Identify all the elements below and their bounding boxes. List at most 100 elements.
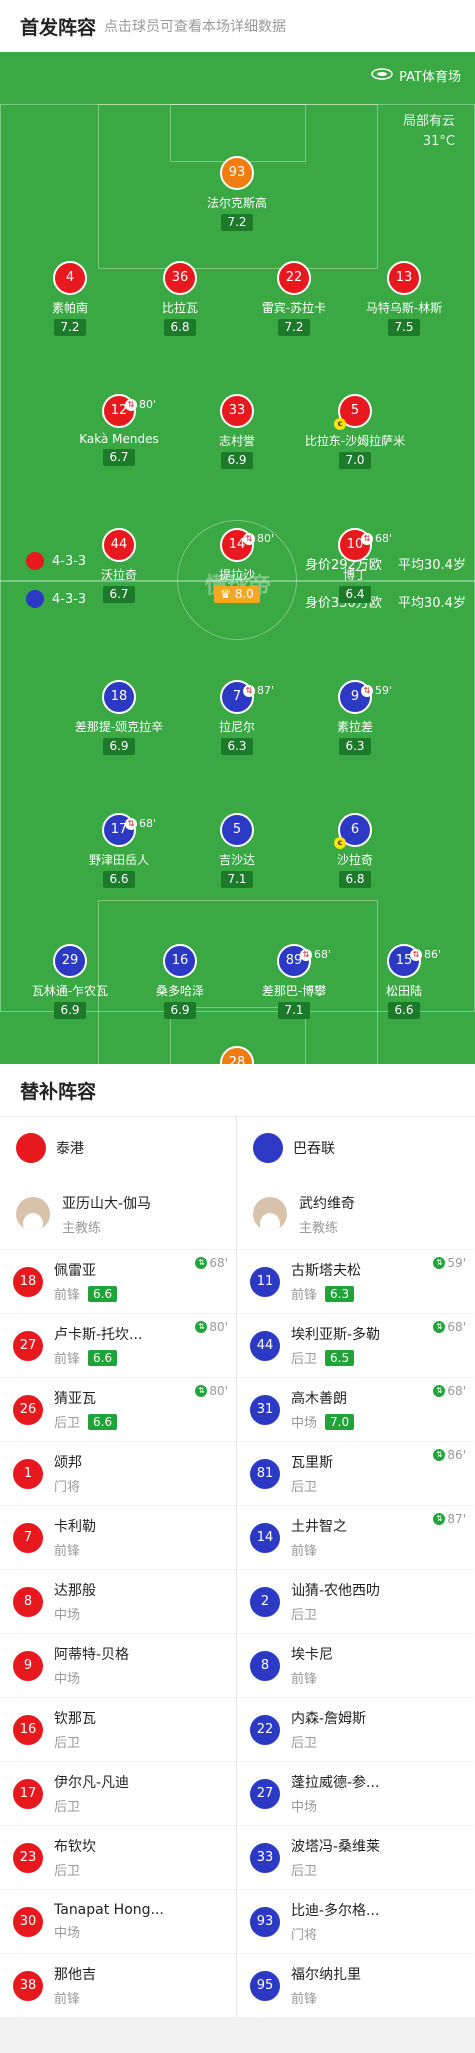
player-rating: 6.3 [339, 738, 371, 755]
sub-minute: 68' [313, 948, 331, 961]
player-rating: 7.2 [221, 214, 253, 231]
sub-player-position: 后卫 [291, 1736, 318, 1751]
sub-player-row[interactable]: 16 钦那瓦 后卫 [0, 1697, 236, 1761]
player-home-8[interactable]: 44 沃拉奇 6.7 [54, 528, 184, 603]
sub-player-number: 31 [249, 1393, 281, 1426]
away-team-name: 巴吞联 [293, 1141, 335, 1157]
sub-player-row[interactable]: 9 阿蒂特-贝格 中场 [0, 1633, 236, 1697]
sub-player-row[interactable]: 95 福尔纳扎里 前锋 [237, 1953, 474, 2017]
player-home-7[interactable]: 5 c 比拉东-沙姆拉萨米 7.0 [290, 394, 420, 469]
sub-player-row[interactable]: 7 卡利勒 前锋 [0, 1505, 236, 1569]
sub-player-row[interactable]: 31 高木善朗 中场 7.0 ⇅ 68' [237, 1377, 474, 1441]
sub-player-row[interactable]: 18 佩雷亚 前锋 6.6 ⇅ 68' [0, 1249, 236, 1313]
player-away-0[interactable]: 18 差那提-颂克拉辛 6.9 [54, 680, 184, 755]
player-name: 马特乌斯-林斯 [365, 301, 443, 315]
home-team-row[interactable]: 泰港 [0, 1117, 236, 1179]
sub-in-minute: ⇅ 59' [433, 1256, 466, 1270]
player-number-text: 4 [65, 270, 75, 285]
substitution-icon: ⇅ [433, 1321, 446, 1333]
player-number-text: 33 [228, 403, 246, 418]
away-coach-row[interactable]: 武约维奇 主教练 [237, 1179, 474, 1249]
sub-player-row[interactable]: 33 波塔冯-桑维莱 后卫 [237, 1825, 474, 1889]
sub-player-row[interactable]: 81 瓦里斯 后卫 ⇅ 86' [237, 1441, 474, 1505]
best-player-rating: ♛ 8.0 [214, 586, 260, 603]
substitution-icon: ⇅ [195, 1321, 208, 1333]
sub-player-position: 前锋 [54, 1288, 81, 1303]
player-name: 吉沙达 [218, 853, 255, 867]
sub-player-row[interactable]: 14 土井智之 前锋 ⇅ 87' [237, 1505, 474, 1569]
sub-in-minute-text: 80' [209, 1384, 228, 1398]
player-home-5[interactable]: 12 ⇅ 80' Kakà Mendes 6.7 [54, 394, 184, 466]
player-rating: 6.8 [339, 871, 371, 888]
sub-player-row[interactable]: 1 颂邦 门将 [0, 1441, 236, 1505]
sub-player-position: 中场 [291, 1416, 318, 1431]
player-home-4[interactable]: 13 马特乌斯-林斯 7.5 [339, 261, 469, 336]
player-away-2[interactable]: 9 ⇅ 59' 素拉差 6.3 [290, 680, 420, 755]
sub-player-row[interactable]: 2 讪猜-农他西叻 后卫 [237, 1569, 474, 1633]
sub-player-number: 38 [12, 1969, 44, 2002]
player-number: 12 ⇅ 80' [102, 394, 156, 428]
player-rating: 6.8 [164, 319, 196, 336]
subs-header: 替补阵容 [0, 1064, 475, 1117]
player-rating-value: 6.7 [109, 450, 129, 464]
sub-player-row[interactable]: 23 布钦坎 后卫 [0, 1825, 236, 1889]
player-home-6[interactable]: 33 志村誉 6.9 [172, 394, 302, 469]
player-away-5[interactable]: 6 c 沙拉奇 6.8 [290, 813, 420, 888]
player-number: 33 [220, 394, 254, 428]
sub-in-minute: ⇅ 68' [195, 1256, 228, 1270]
sub-player-row[interactable]: 22 内森-詹姆斯 后卫 [237, 1697, 474, 1761]
player-number: 89 ⇅ 68' [277, 944, 331, 978]
player-home-2[interactable]: 36 比拉瓦 6.8 [115, 261, 245, 336]
sub-player-rating: 6.6 [88, 1285, 118, 1302]
away-team-logo-icon [26, 590, 44, 608]
sub-player-name: 比迪-多尔格... [291, 1903, 380, 1919]
player-away-10[interactable]: 28沙拉龙7.6 [172, 1046, 302, 1064]
sub-player-number: 7 [12, 1521, 44, 1554]
sub-player-row[interactable]: 26 猜亚瓦 后卫 6.6 ⇅ 80' [0, 1377, 236, 1441]
substitution-icon: ⇅ [124, 818, 137, 830]
player-number: 22 [277, 261, 311, 295]
player-home-9[interactable]: 14 ⇅ 80' 提拉沙 ♛ 8.0 [172, 528, 302, 603]
sub-player-row[interactable]: 8 达那般 中场 [0, 1569, 236, 1633]
player-number: 28 [220, 1046, 254, 1064]
player-away-1[interactable]: 7 ⇅ 87' 拉尼尔 6.3 [172, 680, 302, 755]
sub-player-position: 前锋 [291, 1288, 318, 1303]
player-number: 29 [53, 944, 87, 978]
sub-in-minute-text: 68' [447, 1384, 466, 1398]
sub-player-number: 30 [12, 1905, 44, 1938]
sub-in-minute: ⇅ 87' [433, 1512, 466, 1526]
sub-player-row[interactable]: 30 Tanapat Hong... 中场 [0, 1889, 236, 1953]
sub-minute: 80' [138, 398, 156, 411]
sub-player-row[interactable]: 11 古斯塔夫松 前锋 6.3 ⇅ 59' [237, 1249, 474, 1313]
sub-player-name: 阿蒂特-贝格 [54, 1647, 130, 1663]
player-home-0[interactable]: 93 法尔克斯高 7.2 [172, 156, 302, 231]
player-number: 10 ⇅ 68' [338, 528, 392, 562]
player-away-7[interactable]: 16 桑多哈泽 6.9 [115, 944, 245, 1019]
player-name: 提拉沙 [218, 568, 255, 582]
subs-columns: 泰港 亚历山大-伽马 主教练 18 佩雷亚 前锋 6.6 ⇅ 68' 27 卢卡斯-托坎...… [0, 1117, 475, 2017]
player-home-10[interactable]: 10 ⇅ 68' 博丁 6.4 [290, 528, 420, 603]
player-number: 17 ⇅ 68' [102, 813, 156, 847]
sub-player-row[interactable]: 8 埃卡尼 前锋 [237, 1633, 474, 1697]
sub-player-row[interactable]: 17 伊尔凡-凡迪 后卫 [0, 1761, 236, 1825]
player-away-3[interactable]: 17 ⇅ 68' 野津田岳人 6.6 [54, 813, 184, 888]
sub-player-name: 土井智之 [291, 1519, 347, 1535]
sub-player-position: 门将 [291, 1928, 318, 1943]
sub-out-badge: ⇅ 80' [242, 524, 274, 554]
player-number: 6c [334, 813, 372, 849]
player-rating-value: 6.6 [109, 872, 129, 886]
sub-player-row[interactable]: 44 埃利亚斯-多勒 后卫 6.5 ⇅ 68' [237, 1313, 474, 1377]
sub-player-row[interactable]: 93 比迪-多尔格... 门将 [237, 1889, 474, 1953]
sub-minute: 80' [256, 532, 274, 545]
substitution-icon: ⇅ [433, 1257, 446, 1269]
sub-player-row[interactable]: 38 那他吉 前锋 [0, 1953, 236, 2017]
player-name: Kakà Mendes [79, 432, 159, 446]
sub-player-row[interactable]: 27 蓬拉威德-参... 中场 [237, 1761, 474, 1825]
player-away-4[interactable]: 5 吉沙达 7.1 [172, 813, 302, 888]
sub-player-position: 后卫 [291, 1608, 318, 1623]
home-coach-row[interactable]: 亚历山大-伽马 主教练 [0, 1179, 236, 1249]
sub-player-position: 中场 [291, 1800, 318, 1815]
away-team-row[interactable]: 巴吞联 [237, 1117, 474, 1179]
player-away-9[interactable]: 15 ⇅ 86' 松田陆 6.6 [339, 944, 469, 1019]
sub-player-row[interactable]: 27 卢卡斯-托坎... 前锋 6.6 ⇅ 80' [0, 1313, 236, 1377]
